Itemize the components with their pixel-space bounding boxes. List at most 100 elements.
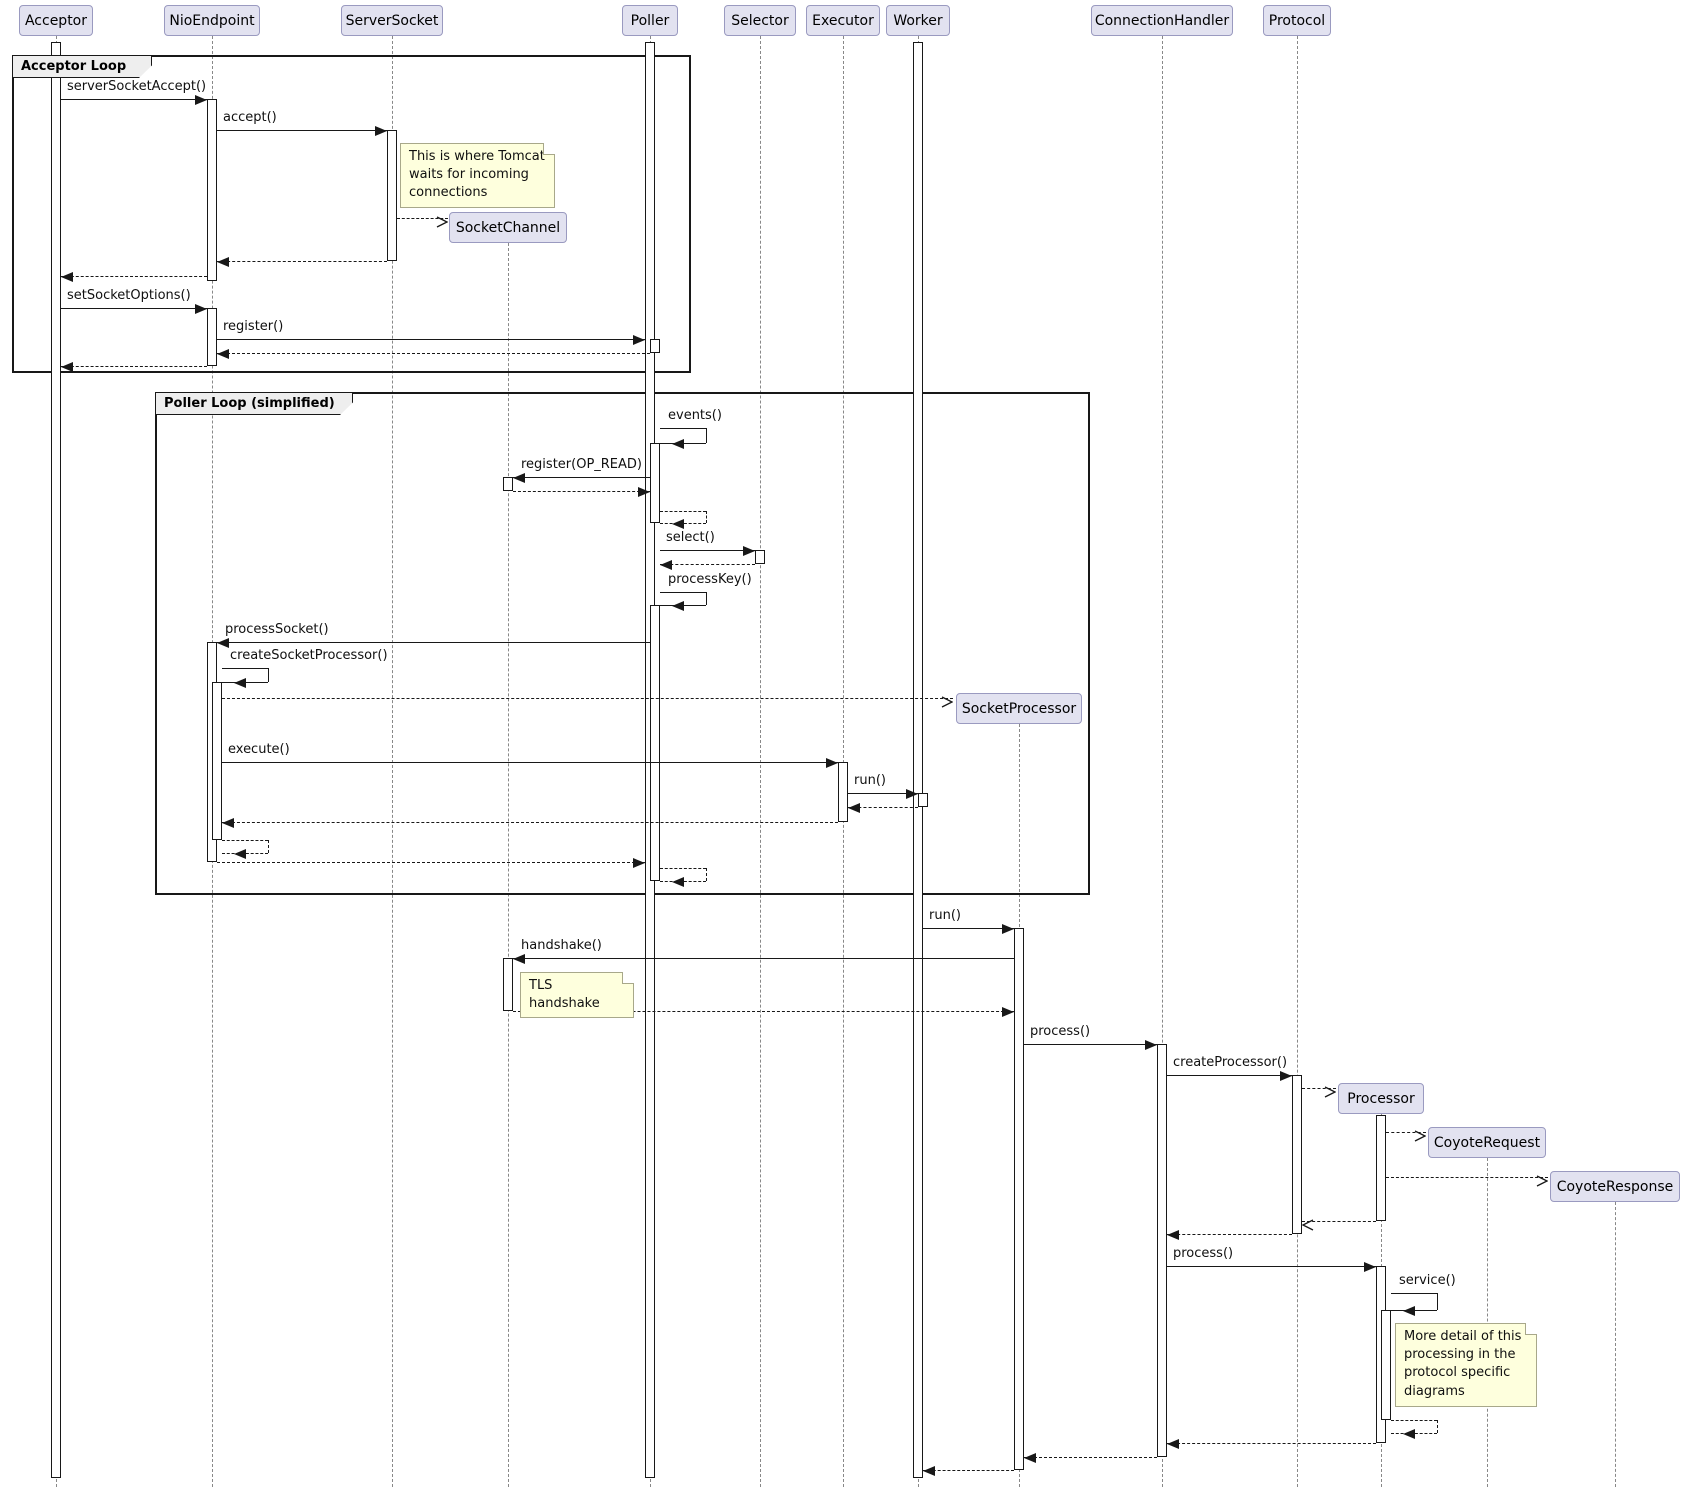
- message-register-op-read-line: [513, 477, 650, 478]
- message-createprocessor-label: createProcessor(): [1173, 1055, 1287, 1070]
- message-events-side: [706, 428, 707, 443]
- message-execute-label: execute(): [228, 742, 290, 757]
- message-service-top: [1391, 1293, 1437, 1294]
- message-process-label: process(): [1173, 1246, 1233, 1261]
- activation-bar: [918, 793, 928, 807]
- message-setsocketoptions-label: setSocketOptions(): [67, 288, 191, 303]
- arrowhead-icon: [672, 877, 684, 887]
- participant-selector: Selector: [724, 5, 796, 36]
- message-run-label: run(): [854, 773, 886, 788]
- activation-bar: [1376, 1115, 1386, 1221]
- note-tls-handshake: TLS handshake: [520, 972, 634, 1018]
- activation-bar: [51, 42, 61, 1478]
- arrowhead-icon: [234, 849, 246, 859]
- arrowhead-icon: [1145, 1040, 1157, 1050]
- arrowhead-icon: [234, 678, 246, 688]
- activation-bar: [1157, 1044, 1167, 1457]
- arrowhead-icon: [1002, 1007, 1014, 1017]
- activation-bar: [503, 477, 513, 491]
- participant-connectionhandler: ConnectionHandler: [1091, 5, 1233, 36]
- message-create-line: [1386, 1177, 1548, 1178]
- open-arrowhead-icon: [1324, 1083, 1336, 1095]
- arrowhead-icon: [633, 335, 645, 345]
- message-select-label: select(): [666, 530, 715, 545]
- message-service-side: [1437, 1293, 1438, 1310]
- arrowhead-icon: [195, 304, 207, 314]
- frame-label-poller-loop-simplified: Poller Loop (simplified): [155, 392, 353, 415]
- message-accept-line: [217, 130, 387, 131]
- message-return-line: [923, 1470, 1014, 1471]
- arrowhead-icon: [61, 362, 73, 372]
- message-process-label: process(): [1030, 1024, 1090, 1039]
- participant-acceptor: Acceptor: [19, 5, 93, 36]
- lifeline-coyoteresponse: [1615, 1202, 1616, 1487]
- arrowhead-icon: [1002, 924, 1014, 934]
- arrowhead-icon: [638, 487, 650, 497]
- arrowhead-icon: [217, 349, 229, 359]
- arrowhead-icon: [672, 519, 684, 529]
- message-selfret-top: [660, 511, 706, 512]
- sequence-diagram-canvas: Acceptor Loop Poller Loop (simplified) ser…: [0, 0, 1682, 1495]
- activation-bar: [913, 42, 923, 1478]
- note-fold-corner: [622, 972, 634, 984]
- message-selfret-top: [660, 868, 706, 869]
- activation-bar: [838, 762, 848, 822]
- message-process-line: [1167, 1266, 1376, 1267]
- arrowhead-icon: [217, 257, 229, 267]
- message-run-line: [923, 928, 1014, 929]
- message-selfret-top: [1391, 1420, 1437, 1421]
- activation-bar: [207, 99, 217, 281]
- arrowhead-icon: [848, 803, 860, 813]
- message-selfret-side: [1437, 1420, 1438, 1433]
- message-process-line: [1024, 1044, 1157, 1045]
- arrowhead-icon: [61, 272, 73, 282]
- participant-coyoteresponse: CoyoteResponse: [1550, 1171, 1680, 1202]
- activation-bar: [1381, 1310, 1391, 1420]
- arrowhead-icon: [743, 546, 755, 556]
- message-createprocessor-line: [1167, 1075, 1292, 1076]
- message-processsocket-label: processSocket(): [225, 622, 329, 637]
- activation-bar: [503, 958, 513, 1011]
- activation-bar: [387, 130, 397, 261]
- participant-poller: Poller: [622, 5, 678, 36]
- message-selfret-side: [706, 868, 707, 881]
- note-more-detail-of-this: More detail of this processing in the pr…: [1395, 1323, 1537, 1407]
- message-createsocketprocessor-side: [268, 668, 269, 682]
- open-arrowhead-icon: [1302, 1216, 1314, 1228]
- message-selfret-side: [268, 840, 269, 853]
- activation-bar: [650, 339, 660, 353]
- arrowhead-icon: [1167, 1439, 1179, 1449]
- message-return-line: [513, 491, 650, 492]
- arrowhead-icon: [826, 758, 838, 768]
- message-processkey-top: [660, 592, 706, 593]
- arrowhead-icon: [195, 95, 207, 105]
- message-createsocketprocessor-top: [222, 668, 268, 669]
- arrowhead-icon: [513, 473, 525, 483]
- message-register-line: [217, 339, 645, 340]
- message-createsocketprocessor-label: createSocketProcessor(): [230, 648, 388, 663]
- message-service-label: service(): [1399, 1273, 1456, 1288]
- message-return-line: [1167, 1234, 1292, 1235]
- message-selfret-top: [222, 840, 268, 841]
- open-arrowhead-icon: [436, 213, 448, 225]
- arrowhead-icon: [1280, 1071, 1292, 1081]
- participant-socketchannel: SocketChannel: [449, 212, 567, 243]
- arrowhead-icon: [222, 818, 234, 828]
- message-processsocket-line: [217, 642, 650, 643]
- message-processkey-label: processKey(): [668, 572, 752, 587]
- message-serversocketaccept-label: serverSocketAccept(): [67, 79, 206, 94]
- message-selfret-side: [706, 511, 707, 523]
- message-return-line: [1167, 1443, 1376, 1444]
- arrowhead-icon: [923, 1466, 935, 1476]
- open-arrowhead-icon: [941, 693, 953, 705]
- arrowhead-icon: [1024, 1453, 1036, 1463]
- message-events-top: [660, 428, 706, 429]
- arrowhead-icon: [1403, 1429, 1415, 1439]
- arrowhead-icon: [1403, 1306, 1415, 1316]
- activation-bar: [1014, 928, 1024, 1470]
- message-return-line: [660, 564, 755, 565]
- participant-serversocket: ServerSocket: [341, 5, 443, 36]
- frame-label-acceptor-loop: Acceptor Loop: [12, 55, 152, 78]
- message-processkey-side: [706, 592, 707, 605]
- activation-bar: [212, 682, 222, 840]
